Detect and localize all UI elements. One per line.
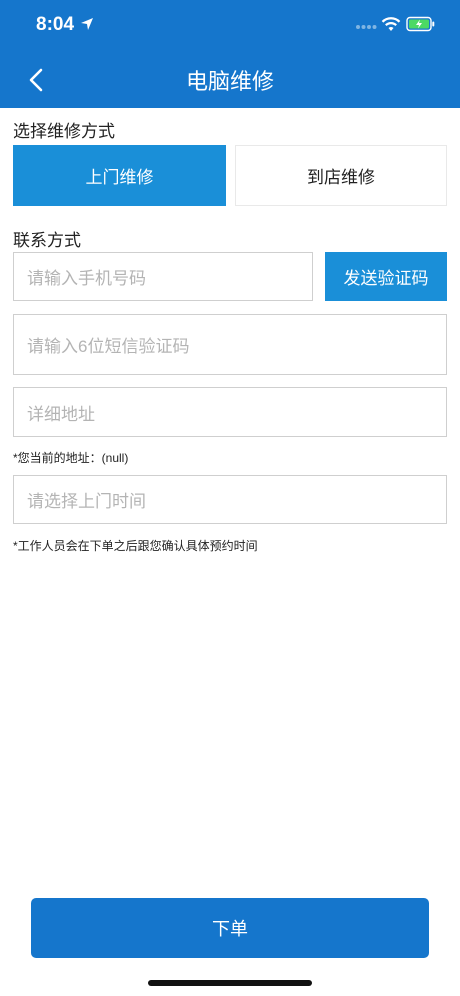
repair-method-label: 选择维修方式 [13, 122, 115, 141]
home-indicator [148, 980, 312, 986]
visit-time-picker[interactable]: 请选择上门时间 [13, 475, 447, 524]
location-arrow-icon [81, 18, 93, 30]
cellular-signal-icon [356, 25, 377, 29]
sms-code-input[interactable]: 请输入6位短信验证码 [13, 314, 447, 375]
status-time: 8:04 [36, 14, 75, 35]
page-title: 电脑维修 [185, 69, 274, 94]
app-header: 8:04 电脑维修 [0, 0, 460, 108]
phone-input[interactable]: 请输入手机号码 [13, 252, 313, 301]
contact-label: 联系方式 [13, 231, 81, 250]
wifi-icon [381, 17, 401, 31]
submit-order-button[interactable]: 下单 [31, 898, 429, 958]
staff-note: *工作人员会在下单之后跟您确认具体预约时间 [13, 539, 258, 553]
current-address-note: *您当前的地址：(null) [13, 451, 129, 465]
option-store-repair[interactable]: 到店维修 [235, 145, 447, 206]
option-home-repair[interactable]: 上门维修 [13, 145, 226, 206]
battery-charging-icon [406, 16, 435, 32]
address-input[interactable]: 详细地址 [13, 387, 447, 437]
send-code-button[interactable]: 发送验证码 [325, 252, 447, 301]
